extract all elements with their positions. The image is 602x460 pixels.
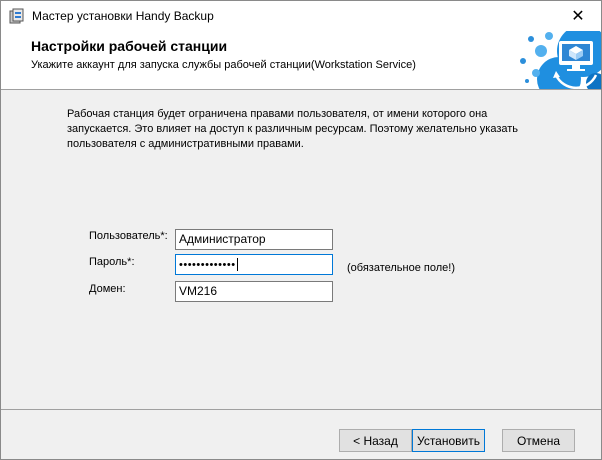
window-title: Мастер установки Handy Backup [32, 9, 214, 23]
page-subtitle: Укажите аккаунт для запуска службы рабоч… [31, 59, 416, 71]
user-input[interactable]: Администратор [175, 229, 333, 250]
installer-icon [9, 8, 25, 24]
footer-divider [1, 409, 601, 410]
domain-input[interactable]: VM216 [175, 281, 333, 302]
close-icon: ✕ [571, 8, 585, 25]
password-input[interactable]: ••••••••••••• [175, 254, 333, 275]
domain-input-value: VM216 [179, 284, 218, 298]
cancel-button[interactable]: Отмена [502, 429, 575, 452]
title-bar: Мастер установки Handy Backup ✕ [1, 1, 601, 31]
user-label: Пользователь*: [89, 230, 168, 242]
close-button[interactable]: ✕ [555, 1, 601, 31]
description-text: Рабочая станция будет ограничена правами… [67, 108, 519, 150]
password-input-value: ••••••••••••• [179, 259, 236, 271]
required-field-note: (обязательное поле!) [347, 262, 455, 274]
domain-label: Домен: [89, 283, 126, 295]
user-input-value: Администратор [179, 232, 266, 246]
wizard-header: Настройки рабочей станции Укажите аккаун… [1, 31, 601, 90]
workstation-monitor-icon [501, 31, 601, 89]
page-title: Настройки рабочей станции [31, 38, 228, 54]
text-caret [236, 258, 238, 272]
install-button[interactable]: Установить [412, 429, 485, 452]
installer-window: Мастер установки Handy Backup ✕ Настройк… [0, 0, 602, 460]
password-label: Пароль*: [89, 256, 135, 268]
back-button[interactable]: < Назад [339, 429, 412, 452]
